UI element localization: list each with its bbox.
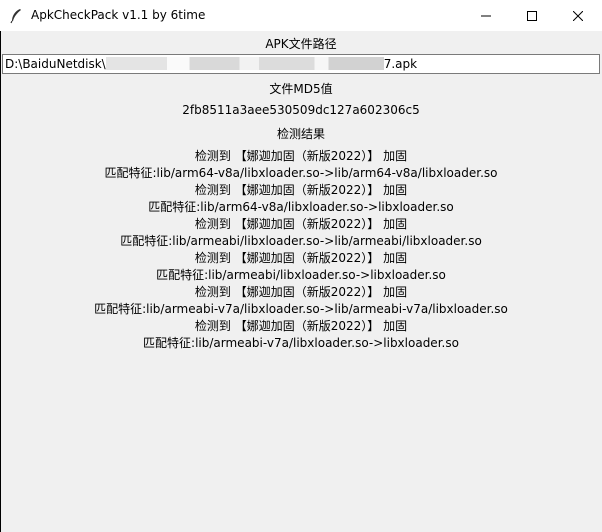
result-line: 检测到 【娜迦加固（新版2022）】 加固 <box>194 251 408 265</box>
result-line: 匹配特征:lib/armeabi-v7a/libxloader.so->libx… <box>143 336 459 350</box>
close-button[interactable] <box>555 0 601 31</box>
result-line: 检测到 【娜迦加固（新版2022）】 加固 <box>194 217 408 231</box>
maximize-icon <box>527 10 537 21</box>
result-line: 检测到 【娜迦加固（新版2022）】 加固 <box>194 149 408 163</box>
md5-label: 文件MD5值 <box>269 82 333 96</box>
title-bar[interactable]: ApkCheckPack v1.1 by 6time <box>0 0 602 31</box>
result-line: 检测到 【娜迦加固（新版2022）】 加固 <box>194 183 408 197</box>
result-line: 匹配特征:lib/armeabi/libxloader.so->lib/arme… <box>120 234 482 248</box>
apk-path-prefix: D:\BaiduNetdisk\ <box>5 57 106 71</box>
feather-icon <box>9 8 23 24</box>
apk-path-field[interactable]: D:\BaiduNetdisk\ 7.apk <box>2 54 600 74</box>
close-icon <box>573 10 583 21</box>
apk-path-label: APK文件路径 <box>265 37 337 51</box>
minimize-icon <box>481 11 491 21</box>
maximize-button[interactable] <box>509 0 555 31</box>
result-line: 检测到 【娜迦加固（新版2022）】 加固 <box>194 285 408 299</box>
result-line: 匹配特征:lib/armeabi-v7a/libxloader.so->lib/… <box>94 302 508 316</box>
result-line: 匹配特征:lib/armeabi/libxloader.so->libxload… <box>156 268 446 282</box>
result-label: 检测结果 <box>276 127 325 141</box>
result-line: 检测到 【娜迦加固（新版2022）】 加固 <box>194 319 408 333</box>
minimize-button[interactable] <box>463 0 509 31</box>
result-line: 匹配特征:lib/arm64-v8a/libxloader.so->libxlo… <box>148 200 454 214</box>
result-line: 匹配特征:lib/arm64-v8a/libxloader.so->lib/ar… <box>104 166 498 180</box>
apk-path-suffix: 7.apk <box>383 57 418 71</box>
result-list: 检测到 【娜迦加固（新版2022）】 加固 匹配特征:lib/arm64-v8a… <box>0 148 602 352</box>
redacted-region <box>105 57 384 70</box>
md5-value: 2fb8511a3aee530509dc127a602306c5 <box>182 103 420 117</box>
window-title: ApkCheckPack v1.1 by 6time <box>31 8 206 22</box>
